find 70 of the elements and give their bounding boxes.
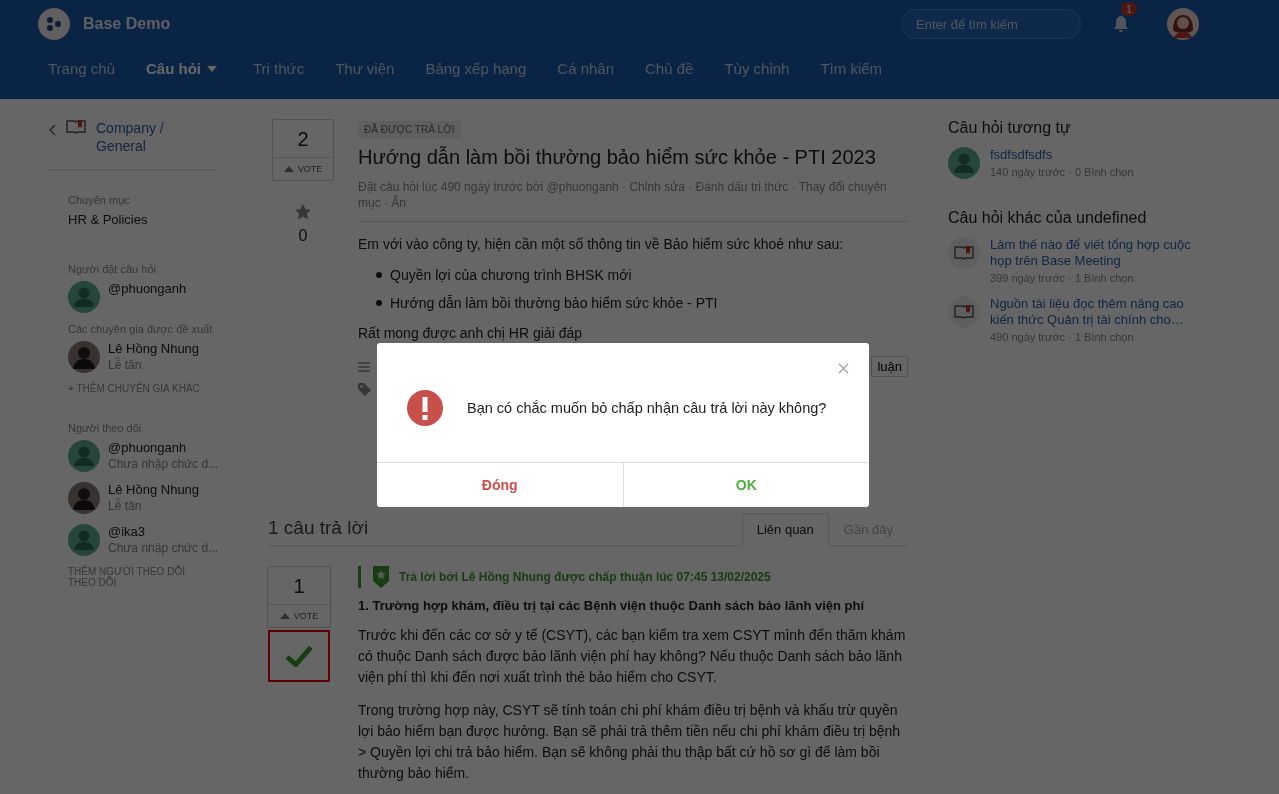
accepted-label: Trả lời bởi Lê Hồng Nhung được chấp thuận lúc 07:45 13/02/2025	[399, 570, 771, 584]
close-button[interactable]	[836, 361, 851, 376]
user-avatar-icon	[948, 147, 980, 179]
user-name[interactable]: @phuonganh	[108, 281, 187, 296]
nav-tab[interactable]: Trang chủ	[48, 60, 115, 77]
brand-name: Base Demo	[83, 15, 171, 33]
body-text: Em với vào công ty, hiện cần một số thông tin về Bảo hiểm sức khoẻ như sau:	[358, 235, 845, 254]
nav-tab[interactable]: Tri thức	[253, 60, 305, 77]
question-link[interactable]: fsdfsdfsdfs	[990, 147, 1134, 163]
close-dialog-button[interactable]: Đóng	[377, 463, 624, 507]
bell-icon	[1111, 14, 1131, 34]
nav-tab[interactable]: Tìm kiếm	[820, 60, 883, 77]
section-title: Câu hỏi tương tự	[948, 119, 1072, 137]
logo-icon	[38, 8, 70, 40]
list-item-text: Hướng dẫn làm bồi thường bảo hiểm sức khỏe - PTI	[390, 295, 718, 311]
dialog-message: Bạn có chắc muốn bỏ chấp nhận câu trả lời này không?	[467, 399, 827, 416]
body-text: Trước khi đến các cơ sở y tế (CSYT), các bạn kiểm tra xem CSYT mình đến thăm khám có thuộc Danh sách được bảo lãnh viện phí hay không? Nếu thuộc Danh sách bảo lãnh viện phí thì khi đến nơi xuất trình thẻ bảo hiểm cho CSYT.	[358, 626, 907, 687]
tag-icon	[358, 383, 374, 397]
user-name[interactable]: @ika3	[108, 524, 219, 539]
up-triangle-icon	[283, 166, 294, 172]
sort-tab[interactable]: Liên quan	[741, 513, 829, 546]
bullet-icon	[376, 300, 382, 306]
breadcrumb-link[interactable]: Company / General	[96, 119, 186, 155]
book-avatar-icon	[948, 296, 980, 328]
vote-button[interactable]: VOTE	[268, 605, 330, 627]
nav-tab[interactable]: Tùy chỉnh	[724, 60, 790, 77]
nav-tab[interactable]: Chủ đề	[645, 60, 694, 77]
user-avatar-icon	[68, 440, 100, 472]
body-text: Trong trường hợp này, CSYT sẽ tính toán chi phí khám điều trị bệnh và khấu trừ quyền lợi bảo hiểm bạn được hưởng. Bạn sẽ phải trả thêm tiền nếu chi phí khám điều trị bệnh > Quyền lợi chi trả bảo hiểm. Bạn sẽ không phải thu thập bất cứ hồ sơ gì để làm bồi thường bảo hiểm.	[358, 701, 902, 783]
category-value: HR & Policies	[68, 212, 149, 227]
back-icon	[48, 124, 56, 136]
body-text: Rất mong được anh chị HR giải đáp	[358, 324, 583, 343]
warning-icon	[407, 389, 443, 426]
question-link[interactable]: Nguồn tài liệu đọc thêm nâng cao kiến thức Quản trị tài chính cho…	[990, 296, 1208, 328]
question-link[interactable]: Làm thế nào để viết tổng hợp cuộc họp trên Base Meeting	[990, 237, 1208, 269]
user-avatar-icon	[68, 524, 100, 556]
user-name[interactable]: Lê Hồng Nhung	[108, 482, 200, 497]
shield-star-icon	[373, 566, 389, 588]
answer-heading: 1. Trường hợp khám, điều trị tại các Bệnh viện thuộc Danh sách bảo lãnh viện phí	[358, 598, 866, 613]
nav-tab[interactable]: Cá nhân	[557, 60, 614, 77]
check-icon	[286, 645, 312, 667]
vote-count: 1	[268, 567, 330, 605]
user-avatar-icon	[68, 482, 100, 514]
user-avatar-icon	[68, 281, 100, 313]
list-item-text: Quyền lợi của chương trình BHSK mới	[390, 267, 632, 283]
book-avatar-icon	[948, 237, 980, 269]
notification-badge: 1	[1121, 2, 1138, 16]
nav-tab[interactable]: Bảng xếp hạng	[425, 60, 527, 77]
bullet-icon	[376, 272, 382, 278]
close-icon	[838, 363, 849, 374]
profile-avatar-icon	[1167, 8, 1199, 40]
favorite-count: 0	[298, 227, 308, 245]
comment-button[interactable]: luận	[871, 356, 908, 377]
book-icon	[66, 119, 86, 135]
accept-button[interactable]	[268, 630, 330, 682]
ok-button[interactable]: OK	[623, 463, 869, 507]
search-field[interactable]: Enter để tìm kiếm	[901, 9, 1081, 39]
up-triangle-icon	[279, 613, 290, 619]
answer-count: 1 câu trả lời	[268, 517, 369, 539]
vote-button[interactable]: VOTE	[273, 158, 333, 180]
star-icon	[294, 203, 312, 221]
section-title: Câu hỏi khác của undefined	[948, 209, 1148, 227]
vote-count: 2	[273, 120, 333, 158]
user-name[interactable]: @phuonganh	[108, 440, 219, 455]
user-avatar-icon	[68, 341, 100, 373]
nav-tab[interactable]: Câu hỏi	[146, 60, 201, 77]
nav-tab[interactable]: Thư viện	[335, 60, 395, 77]
list-icon	[358, 361, 370, 372]
user-name[interactable]: Lê Hồng Nhung	[108, 341, 200, 356]
question-title: Hướng dẫn làm bồi thường bảo hiểm sức khỏe - PTI 2023	[358, 146, 877, 169]
